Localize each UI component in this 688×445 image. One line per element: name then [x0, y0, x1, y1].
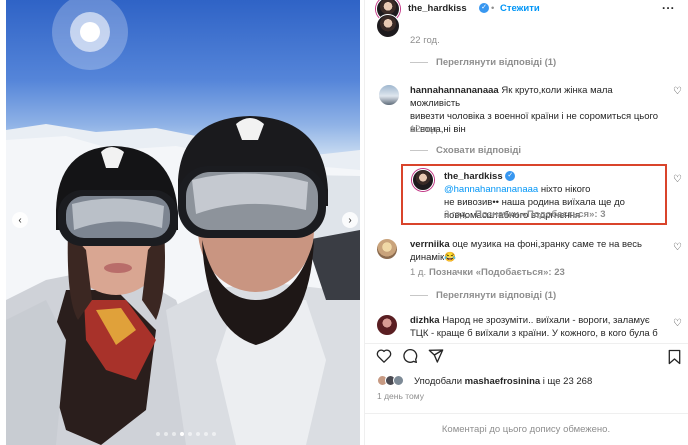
comments-restricted-text: Коментарі до цього допису обмежено. — [441, 424, 611, 435]
header-username[interactable]: the_hardkiss — [408, 3, 467, 14]
photo-illustration — [6, 0, 360, 445]
verified-badge-icon: ✓ — [505, 171, 516, 182]
post-photo: ‹ › — [6, 0, 360, 445]
reply-username[interactable]: the_hardkiss — [444, 171, 503, 182]
reply-time: 2 год. — [444, 209, 469, 220]
comment-body: dizhka Народ не зрозуміти.. виїхали - во… — [410, 314, 665, 340]
comment-avatar[interactable] — [378, 84, 400, 106]
liked-by-user[interactable]: mashaefrosinina — [465, 376, 541, 387]
like-icon[interactable] — [376, 348, 392, 366]
header-separator: • — [491, 3, 495, 14]
next-photo-button[interactable]: › — [342, 212, 358, 228]
liked-by-text: Уподобали mashaefrosinina і ще 23 268 — [414, 376, 592, 387]
comment-time: 22 год. — [410, 35, 440, 46]
comments-restricted-footer: Коментарі до цього допису обмежено. — [364, 413, 688, 445]
hide-replies-button[interactable]: Сховати відповіді — [410, 145, 521, 156]
reply-like-icon[interactable]: ♡ — [673, 174, 682, 185]
comment-text-line2: вивезти чоловіка з военної країни і не с… — [410, 111, 659, 122]
comment-avatar[interactable] — [376, 14, 400, 38]
comment-username[interactable]: verrniika — [410, 239, 450, 250]
comment-avatar[interactable] — [376, 238, 398, 260]
likes-count[interactable]: і ще 23 268 — [543, 376, 592, 387]
comment-icon[interactable] — [402, 348, 418, 367]
comment-username[interactable]: hannahannananaaa — [410, 85, 499, 96]
reply-avatar[interactable] — [412, 169, 434, 191]
liked-by-prefix: Уподобали — [414, 376, 463, 387]
carousel-dots — [156, 432, 216, 436]
more-options-icon[interactable]: ... — [662, 0, 675, 12]
comment-body: verrniika оце музика на фоні,зранку саме… — [410, 238, 665, 264]
post-actions-bar — [376, 346, 444, 368]
previous-photo-button[interactable]: ‹ — [12, 212, 28, 228]
comment-text-line2: динамік😂 — [410, 252, 457, 263]
reply-mention-link[interactable]: @hannahannananaaa — [444, 184, 538, 195]
comment-body: hannahannananaaa Як круто,коли жінка мал… — [410, 84, 665, 136]
reply-text-line2: не вивозив•• наша родина виїхала ще до — [444, 197, 625, 208]
comment-avatar[interactable] — [376, 314, 398, 336]
reply-likes-count[interactable]: Позначки «Подобається»: 3 — [475, 209, 605, 220]
comment-time: 1 д. — [410, 267, 427, 278]
comment-like-icon[interactable]: ♡ — [673, 242, 682, 253]
post-timestamp: 1 день тому — [377, 391, 424, 401]
share-icon[interactable] — [428, 348, 444, 367]
reply-text-line1: ніхто нікого — [540, 184, 591, 195]
view-replies-button[interactable]: Переглянути відповіді (1) — [410, 57, 556, 68]
comment-username[interactable]: dizhka — [410, 315, 440, 326]
follow-button[interactable]: Стежити — [500, 3, 540, 14]
comment-text-line1: Народ не зрозуміти.. виїхали - вороги, з… — [442, 315, 650, 326]
comment-likes-count[interactable]: Позначки «Подобається»: 23 — [429, 267, 565, 278]
verified-badge-icon: ✓ — [479, 3, 489, 13]
bookmark-icon[interactable] — [668, 349, 681, 368]
comment-time: 12 год. — [410, 124, 440, 135]
comment-like-icon[interactable]: ♡ — [673, 318, 682, 329]
view-replies-button[interactable]: Переглянути відповіді (1) — [410, 290, 556, 301]
actions-divider — [364, 343, 688, 344]
comment-like-icon[interactable]: ♡ — [673, 86, 682, 97]
comment-text-line2: ТЦК - краще б виїхали з країни. У кожног… — [410, 328, 658, 339]
liked-by-avatars[interactable] — [377, 375, 404, 386]
comment-text-line1: оце музика на фоні,зранку саме те на вес… — [452, 239, 642, 250]
